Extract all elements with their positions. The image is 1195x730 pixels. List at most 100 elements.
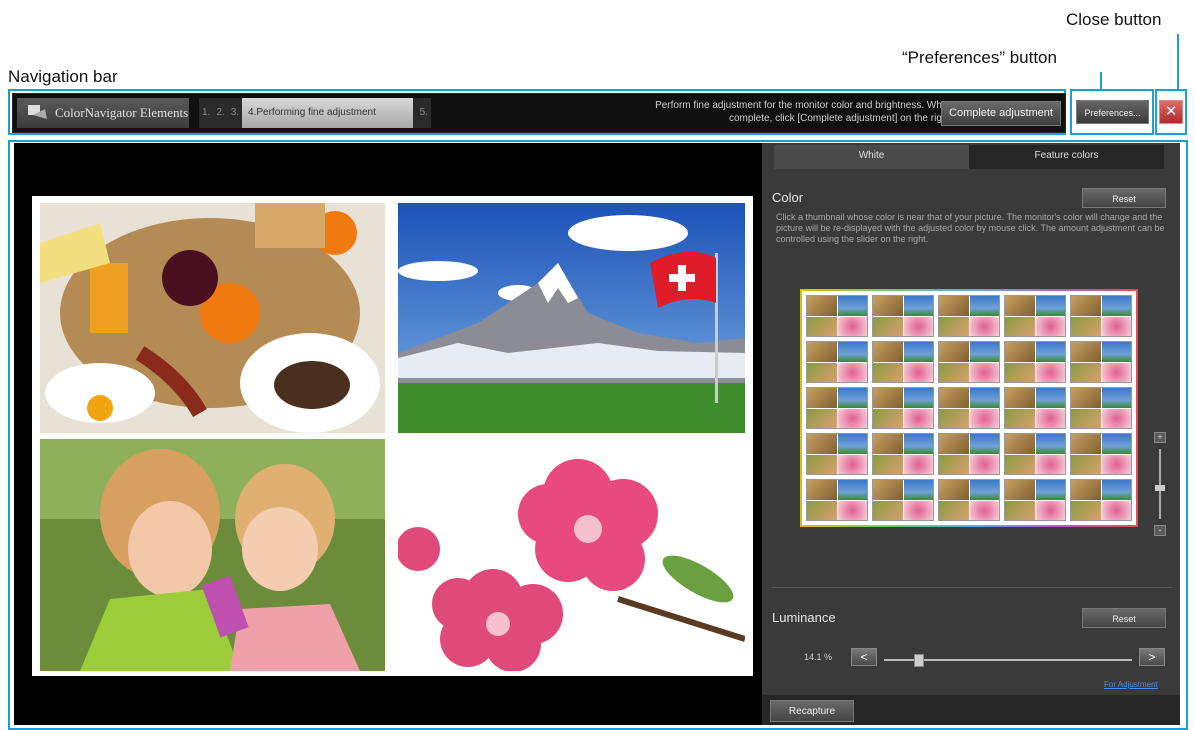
luminance-slider-thumb[interactable] <box>914 654 924 667</box>
slider-plus-button[interactable]: + <box>1154 432 1166 443</box>
thumbnail-quadrant <box>1071 500 1101 520</box>
thumbnail-quadrant <box>873 454 903 474</box>
color-thumbnail[interactable] <box>938 295 1000 337</box>
close-button[interactable]: ✕ <box>1159 100 1183 124</box>
thumbnail-quadrant <box>1005 362 1035 382</box>
thumbnail-quadrant <box>807 388 837 408</box>
color-thumbnail[interactable] <box>806 295 868 337</box>
breakfast-photo <box>40 203 385 433</box>
color-thumbnail[interactable] <box>806 341 868 383</box>
color-thumbnail[interactable] <box>872 387 934 429</box>
color-reset-button[interactable]: Reset <box>1082 188 1166 208</box>
thumbnail-quadrant <box>1071 362 1101 382</box>
thumbnail-quadrant <box>1035 342 1065 362</box>
color-thumbnail[interactable] <box>1070 387 1132 429</box>
preferences-button[interactable]: Preferences... <box>1076 100 1149 124</box>
thumbnail-quadrant <box>837 500 867 520</box>
thumbnail-quadrant <box>939 342 969 362</box>
color-thumbnail[interactable] <box>1070 433 1132 475</box>
thumbnail-quadrant <box>807 296 837 316</box>
color-thumbnail[interactable] <box>806 433 868 475</box>
thumbnail-quadrant <box>903 316 933 336</box>
luminance-reset-button[interactable]: Reset <box>1082 608 1166 628</box>
thumbnail-quadrant <box>807 362 837 382</box>
preferences-button-callout: “Preferences” button <box>902 48 1057 67</box>
complete-adjustment-button[interactable]: Complete adjustment <box>941 101 1061 126</box>
thumbnail-quadrant <box>1101 388 1131 408</box>
color-thumbnail[interactable] <box>938 433 1000 475</box>
step-4-current: 4.Performing fine adjustment <box>242 98 413 128</box>
color-thumbnail[interactable] <box>1004 295 1066 337</box>
close-button-callout: Close button <box>1066 10 1162 29</box>
close-callout-line <box>1177 34 1179 90</box>
thumbnail-quadrant <box>873 480 903 500</box>
thumbnail-quadrant <box>969 500 999 520</box>
step-5: 5. <box>419 107 428 118</box>
thumbnail-quadrant <box>903 296 933 316</box>
thumbnail-quadrant <box>873 500 903 520</box>
section-divider <box>772 587 1172 588</box>
color-thumbnail[interactable] <box>1004 341 1066 383</box>
slider-minus-button[interactable]: - <box>1154 525 1166 536</box>
thumbnail-quadrant <box>1035 362 1065 382</box>
thumbnail-quadrant <box>969 480 999 500</box>
color-thumbnail[interactable] <box>1070 341 1132 383</box>
color-thumbnail[interactable] <box>806 479 868 521</box>
preferences-callout-line <box>1100 72 1102 90</box>
color-thumbnail[interactable] <box>872 295 934 337</box>
thumbnail-quadrant <box>807 454 837 474</box>
color-thumbnail[interactable] <box>872 479 934 521</box>
thumbnail-quadrant <box>807 500 837 520</box>
thumbnail-quadrant <box>1005 434 1035 454</box>
thumbnail-quadrant <box>1005 316 1035 336</box>
color-thumbnail[interactable] <box>938 341 1000 383</box>
tab-white[interactable]: White <box>774 145 969 169</box>
color-thumbnail[interactable] <box>806 387 868 429</box>
color-thumbnail[interactable] <box>1004 387 1066 429</box>
color-thumbnail[interactable] <box>872 433 934 475</box>
color-thumbnail[interactable] <box>872 341 934 383</box>
thumbnail-quadrant <box>1035 434 1065 454</box>
recapture-button[interactable]: Recapture <box>770 700 854 722</box>
thumbnail-quadrant <box>837 480 867 500</box>
thumbnail-quadrant <box>903 500 933 520</box>
thumbnail-quadrant <box>873 434 903 454</box>
thumbnail-quadrant <box>807 408 837 428</box>
sample-photo-frame <box>32 196 753 676</box>
thumbnail-quadrant <box>1101 362 1131 382</box>
thumbnail-quadrant <box>939 454 969 474</box>
thumbnail-quadrant <box>1005 388 1035 408</box>
thumbnail-quadrant <box>1101 316 1131 336</box>
color-thumbnail[interactable] <box>1004 433 1066 475</box>
thumbnail-quadrant <box>1035 454 1065 474</box>
app-logo: ColorNavigator Elements <box>17 98 189 128</box>
color-thumbnail[interactable] <box>938 387 1000 429</box>
thumbnail-quadrant <box>837 434 867 454</box>
thumbnail-quadrant <box>837 408 867 428</box>
for-adjustment-link[interactable]: For Adjustment <box>1104 680 1158 689</box>
slider-thumb[interactable] <box>1155 485 1165 491</box>
close-icon: ✕ <box>1164 103 1178 120</box>
thumbnail-quadrant <box>969 342 999 362</box>
thumbnail-quadrant <box>873 408 903 428</box>
thumbnail-quadrant <box>969 454 999 474</box>
thumbnail-quadrant <box>1035 296 1065 316</box>
luminance-increase-button[interactable]: > <box>1139 648 1165 666</box>
thumbnail-quadrant <box>1071 454 1101 474</box>
thumbnail-quadrant <box>903 342 933 362</box>
luminance-decrease-button[interactable]: < <box>851 648 877 666</box>
thumbnail-quadrant <box>939 296 969 316</box>
color-amount-slider[interactable]: + - <box>1154 432 1166 536</box>
color-thumbnail[interactable] <box>1070 295 1132 337</box>
tab-feature-colors[interactable]: Feature colors <box>969 145 1164 169</box>
thumbnail-quadrant <box>969 362 999 382</box>
color-thumbnail-grid[interactable] <box>800 289 1138 527</box>
thumbnail-quadrant <box>1101 500 1131 520</box>
color-thumbnail[interactable] <box>1070 479 1132 521</box>
color-thumbnail[interactable] <box>938 479 1000 521</box>
thumbnail-quadrant <box>903 434 933 454</box>
thumbnail-quadrant <box>837 316 867 336</box>
thumbnail-quadrant <box>873 388 903 408</box>
color-thumbnail[interactable] <box>1004 479 1066 521</box>
thumbnail-quadrant <box>1101 480 1131 500</box>
